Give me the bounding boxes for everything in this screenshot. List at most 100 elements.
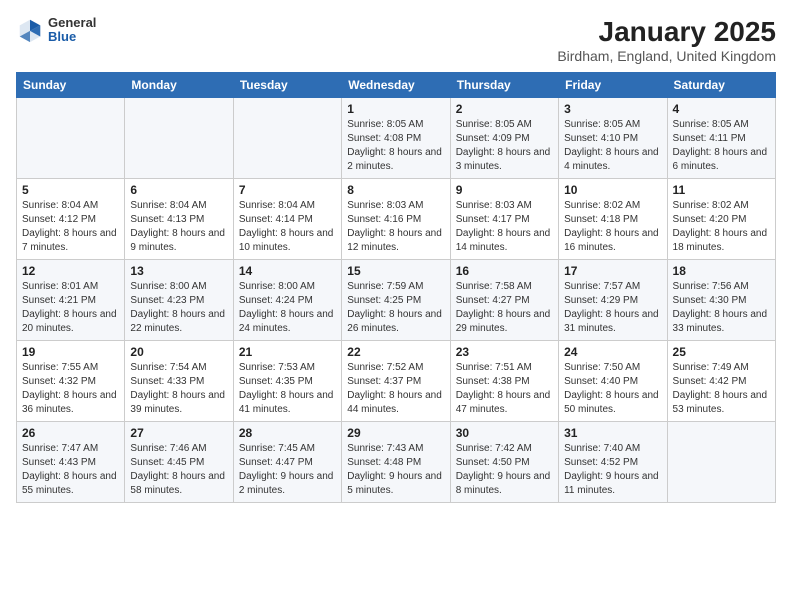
calendar-cell: 6Sunrise: 8:04 AM Sunset: 4:13 PM Daylig… [125, 179, 233, 260]
day-number: 23 [456, 345, 553, 359]
day-number: 27 [130, 426, 227, 440]
calendar-cell: 31 Sunrise: 7:40 AM Sunset: 4:52 PM Dayli… [559, 422, 667, 503]
day-number: 28 [239, 426, 336, 440]
day-info: Sunrise: 7:58 AM Sunset: 4:27 PM Dayligh… [456, 280, 553, 336]
day-info: Sunrise: 7:52 AM Sunset: 4:37 PM Dayligh… [347, 361, 444, 417]
calendar-cell: 9 Sunrise: 8:03 AM Sunset: 4:17 PM Daylig… [450, 179, 558, 260]
calendar-header-row: SundayMondayTuesdayWednesdayThursdayFrid… [17, 73, 776, 98]
day-number: 5 [22, 183, 119, 197]
calendar-week-row: 5 Sunrise: 8:04 AM Sunset: 4:12 PM Daylig… [17, 179, 776, 260]
calendar-table: SundayMondayTuesdayWednesdayThursdayFrid… [16, 72, 776, 503]
title-area: January 2025 Birdham, England, United Ki… [557, 16, 776, 64]
day-info: Sunrise: 7:55 AM Sunset: 4:32 PM Dayligh… [22, 361, 119, 417]
location-title: Birdham, England, United Kingdom [557, 48, 776, 64]
day-info: Sunrise: 8:02 AM Sunset: 4:18 PM Dayligh… [564, 199, 661, 255]
day-info: Sunrise: 8:00 AM Sunset: 4:24 PM Dayligh… [239, 280, 336, 336]
day-info: Sunrise: 7:56 AM Sunset: 4:30 PM Dayligh… [673, 280, 770, 336]
weekday-header: Wednesday [342, 73, 450, 98]
logo: General Blue [16, 16, 96, 45]
day-info: Sunrise: 7:59 AM Sunset: 4:25 PM Dayligh… [347, 280, 444, 336]
calendar-cell: 19 Sunrise: 7:55 AM Sunset: 4:32 PM Dayli… [17, 341, 125, 422]
day-number: 21 [239, 345, 336, 359]
day-info: Sunrise: 7:53 AM Sunset: 4:35 PM Dayligh… [239, 361, 336, 417]
weekday-header: Monday [125, 73, 233, 98]
day-info: Sunrise: 8:05 AM Sunset: 4:08 PM Dayligh… [347, 118, 444, 174]
day-info: Sunrise: 8:03 AM Sunset: 4:16 PM Dayligh… [347, 199, 444, 255]
day-info: Sunrise: 7:42 AM Sunset: 4:50 PM Dayligh… [456, 442, 553, 498]
day-info: Sunrise: 8:04 AM Sunset: 4:13 PM Dayligh… [130, 199, 227, 255]
calendar-cell: 10 Sunrise: 8:02 AM Sunset: 4:18 PM Dayli… [559, 179, 667, 260]
day-info: Sunrise: 8:01 AM Sunset: 4:21 PM Dayligh… [22, 280, 119, 336]
day-info: Sunrise: 8:02 AM Sunset: 4:20 PM Dayligh… [673, 199, 770, 255]
day-info: Sunrise: 7:54 AM Sunset: 4:33 PM Dayligh… [130, 361, 227, 417]
calendar-cell: 16 Sunrise: 7:58 AM Sunset: 4:27 PM Dayli… [450, 260, 558, 341]
day-number: 8 [347, 183, 444, 197]
calendar-cell: 25 Sunrise: 7:49 AM Sunset: 4:42 PM Dayli… [667, 341, 775, 422]
calendar-cell: 27 Sunrise: 7:46 AM Sunset: 4:45 PM Dayli… [125, 422, 233, 503]
calendar-cell: 15Sunrise: 7:59 AM Sunset: 4:25 PM Dayli… [342, 260, 450, 341]
day-number: 19 [22, 345, 119, 359]
day-number: 3 [564, 102, 661, 116]
calendar-week-row: 1 Sunrise: 8:05 AM Sunset: 4:08 PM Daylig… [17, 98, 776, 179]
logo-text: General Blue [48, 16, 96, 45]
day-number: 11 [673, 183, 770, 197]
day-number: 26 [22, 426, 119, 440]
day-number: 17 [564, 264, 661, 278]
day-info: Sunrise: 8:05 AM Sunset: 4:11 PM Dayligh… [673, 118, 770, 174]
day-info: Sunrise: 7:40 AM Sunset: 4:52 PM Dayligh… [564, 442, 661, 498]
day-number: 10 [564, 183, 661, 197]
day-info: Sunrise: 7:51 AM Sunset: 4:38 PM Dayligh… [456, 361, 553, 417]
calendar-cell: 3 Sunrise: 8:05 AM Sunset: 4:10 PM Daylig… [559, 98, 667, 179]
calendar-week-row: 19 Sunrise: 7:55 AM Sunset: 4:32 PM Dayli… [17, 341, 776, 422]
calendar-cell [125, 98, 233, 179]
day-number: 4 [673, 102, 770, 116]
calendar-cell [667, 422, 775, 503]
calendar-cell: 23 Sunrise: 7:51 AM Sunset: 4:38 PM Dayli… [450, 341, 558, 422]
page-header: General Blue January 2025 Birdham, Engla… [16, 16, 776, 64]
day-info: Sunrise: 8:04 AM Sunset: 4:12 PM Dayligh… [22, 199, 119, 255]
day-info: Sunrise: 7:46 AM Sunset: 4:45 PM Dayligh… [130, 442, 227, 498]
weekday-header: Sunday [17, 73, 125, 98]
day-number: 30 [456, 426, 553, 440]
calendar-week-row: 12 Sunrise: 8:01 AM Sunset: 4:21 PM Dayli… [17, 260, 776, 341]
calendar-cell: 30 Sunrise: 7:42 AM Sunset: 4:50 PM Dayli… [450, 422, 558, 503]
day-number: 1 [347, 102, 444, 116]
calendar-cell: 20Sunrise: 7:54 AM Sunset: 4:33 PM Dayli… [125, 341, 233, 422]
calendar-cell [17, 98, 125, 179]
day-info: Sunrise: 7:47 AM Sunset: 4:43 PM Dayligh… [22, 442, 119, 498]
day-info: Sunrise: 7:49 AM Sunset: 4:42 PM Dayligh… [673, 361, 770, 417]
day-number: 14 [239, 264, 336, 278]
calendar-cell: 4 Sunrise: 8:05 AM Sunset: 4:11 PM Daylig… [667, 98, 775, 179]
calendar-cell: 13 Sunrise: 8:00 AM Sunset: 4:23 PM Dayli… [125, 260, 233, 341]
day-number: 29 [347, 426, 444, 440]
day-number: 12 [22, 264, 119, 278]
logo-general: General [48, 16, 96, 30]
day-info: Sunrise: 8:04 AM Sunset: 4:14 PM Dayligh… [239, 199, 336, 255]
calendar-cell: 1 Sunrise: 8:05 AM Sunset: 4:08 PM Daylig… [342, 98, 450, 179]
calendar-cell: 7 Sunrise: 8:04 AM Sunset: 4:14 PM Daylig… [233, 179, 341, 260]
calendar-cell: 17Sunrise: 7:57 AM Sunset: 4:29 PM Dayli… [559, 260, 667, 341]
calendar-cell: 18Sunrise: 7:56 AM Sunset: 4:30 PM Dayli… [667, 260, 775, 341]
weekday-header: Friday [559, 73, 667, 98]
calendar-cell: 21 Sunrise: 7:53 AM Sunset: 4:35 PM Dayli… [233, 341, 341, 422]
calendar-cell [233, 98, 341, 179]
month-title: January 2025 [557, 16, 776, 48]
day-number: 13 [130, 264, 227, 278]
day-info: Sunrise: 8:03 AM Sunset: 4:17 PM Dayligh… [456, 199, 553, 255]
day-number: 9 [456, 183, 553, 197]
day-number: 16 [456, 264, 553, 278]
calendar-cell: 5 Sunrise: 8:04 AM Sunset: 4:12 PM Daylig… [17, 179, 125, 260]
logo-icon [16, 16, 44, 44]
day-number: 25 [673, 345, 770, 359]
calendar-cell: 29Sunrise: 7:43 AM Sunset: 4:48 PM Dayli… [342, 422, 450, 503]
weekday-header: Tuesday [233, 73, 341, 98]
day-number: 7 [239, 183, 336, 197]
calendar-cell: 26 Sunrise: 7:47 AM Sunset: 4:43 PM Dayli… [17, 422, 125, 503]
calendar-cell: 12 Sunrise: 8:01 AM Sunset: 4:21 PM Dayli… [17, 260, 125, 341]
day-number: 22 [347, 345, 444, 359]
day-number: 31 [564, 426, 661, 440]
day-info: Sunrise: 8:00 AM Sunset: 4:23 PM Dayligh… [130, 280, 227, 336]
day-info: Sunrise: 8:05 AM Sunset: 4:09 PM Dayligh… [456, 118, 553, 174]
calendar-cell: 14 Sunrise: 8:00 AM Sunset: 4:24 PM Dayli… [233, 260, 341, 341]
day-info: Sunrise: 8:05 AM Sunset: 4:10 PM Dayligh… [564, 118, 661, 174]
